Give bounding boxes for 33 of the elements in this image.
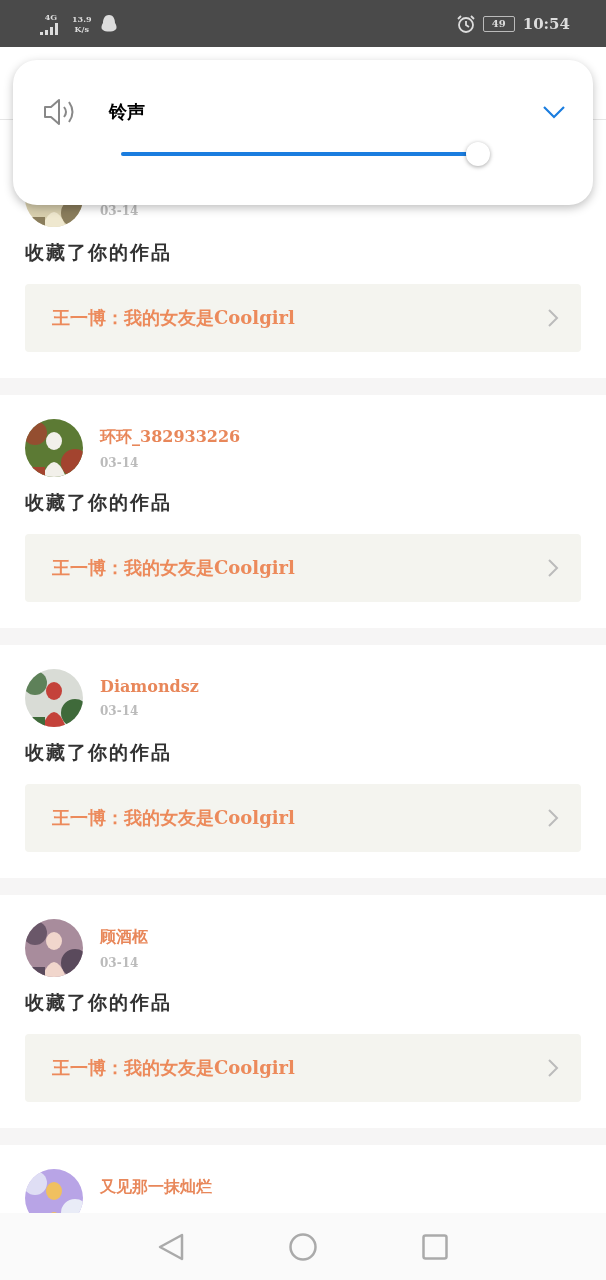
slider-thumb[interactable]: [466, 142, 490, 166]
date: 03-14: [100, 956, 140, 970]
penguin-icon: [101, 14, 118, 33]
notification-text: 收藏了你的作品: [25, 740, 173, 765]
network-speed: 13.9: [72, 14, 92, 23]
notification-text: 收藏了你的作品: [25, 490, 173, 515]
notification-text: 收藏了你的作品: [25, 990, 173, 1015]
home-icon[interactable]: [289, 1232, 317, 1261]
date: 03-14: [100, 704, 140, 718]
work-link[interactable]: 王一博：我的女友是Coolgirl: [25, 534, 581, 602]
chevron-down-icon[interactable]: [543, 105, 565, 119]
work-link[interactable]: 王一博：我的女友是Coolgirl: [25, 784, 581, 852]
battery-icon: 49: [482, 15, 515, 32]
recents-icon[interactable]: [422, 1233, 449, 1260]
user-name[interactable]: 又见那一抹灿烂: [100, 1177, 212, 1198]
date: 03-14: [100, 204, 139, 218]
back-icon[interactable]: [157, 1232, 184, 1261]
work-link[interactable]: 王一博：我的女友是Coolgirl: [25, 284, 581, 352]
chevron-right-icon: [548, 809, 559, 827]
user-name[interactable]: Diamondsz: [100, 677, 199, 696]
work-link[interactable]: 王一博：我的女友是Coolgirl: [25, 1034, 581, 1102]
user-name[interactable]: 顾酒柩: [100, 927, 148, 948]
notification-text: 收藏了你的作品: [25, 240, 173, 265]
user-name[interactable]: 环环_382933226: [100, 427, 241, 448]
chevron-right-icon: [548, 559, 559, 577]
volume-label: 铃声: [109, 100, 146, 124]
speed-unit: K/s: [74, 24, 89, 33]
chevron-right-icon: [548, 1059, 559, 1077]
chevron-right-icon: [548, 309, 559, 327]
alarm-icon: [456, 14, 475, 33]
network-type: 4G: [44, 12, 58, 21]
clock: 10:54: [522, 14, 570, 33]
date: 03-14: [100, 456, 140, 470]
